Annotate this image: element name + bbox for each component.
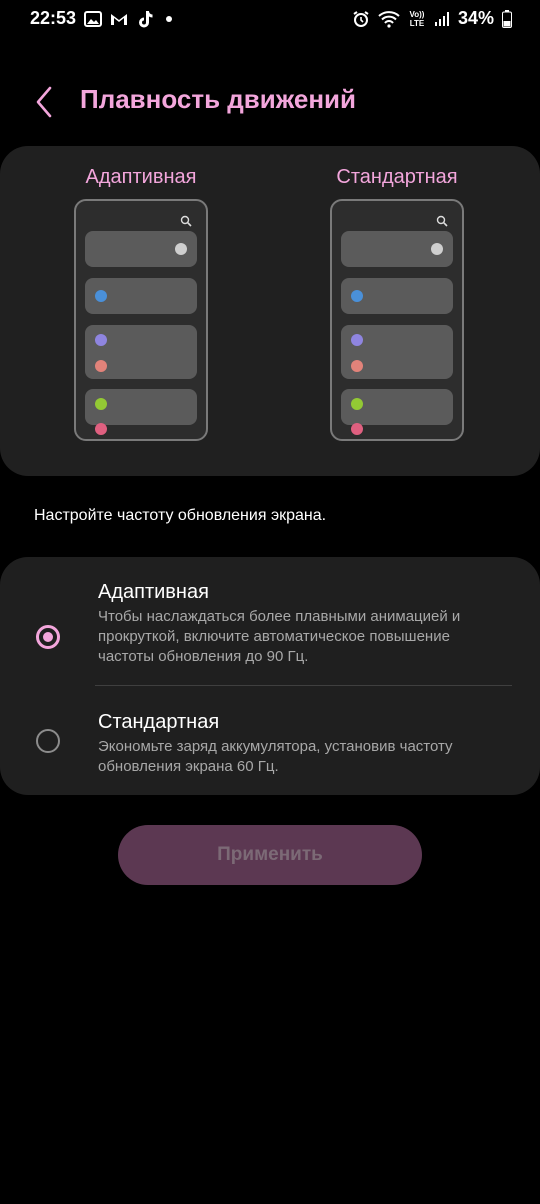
signal-icon — [434, 11, 449, 26]
mock-dot — [351, 423, 363, 435]
option-description: Экономьте заряд аккумулятора, установив … — [98, 738, 453, 775]
phone-mockup — [330, 199, 464, 441]
option-standard[interactable]: Стандартная Экономьте заряд аккумулятора… — [0, 707, 540, 787]
gallery-icon — [84, 10, 103, 27]
mock-dot — [95, 398, 107, 410]
option-title: Адаптивная — [98, 581, 209, 603]
divider — [95, 685, 512, 686]
chevron-left-icon[interactable] — [32, 84, 58, 120]
section-subtitle: Настройте частоту обновления экрана. — [34, 507, 327, 524]
mock-dot — [95, 334, 107, 346]
mock-list-item — [341, 389, 453, 435]
mock-list-item — [341, 325, 453, 379]
status-left: 22:53 — [30, 8, 173, 29]
mock-list-item — [341, 231, 453, 267]
mock-list-item — [85, 231, 197, 267]
mock-dot — [95, 290, 107, 302]
preview-card: Адаптивная Стандартная — [0, 146, 540, 476]
mock-dot — [351, 398, 363, 410]
preview-label-adaptive: Адаптивная — [85, 166, 197, 188]
notification-dot — [166, 15, 173, 22]
radio-adaptive[interactable] — [36, 625, 60, 649]
wifi-icon — [378, 10, 400, 28]
mock-dot — [175, 243, 187, 255]
preview-adaptive: Адаптивная — [66, 166, 216, 441]
mock-dot — [351, 290, 363, 302]
status-right: Vo)) LTE 34% — [352, 8, 512, 29]
mock-dot — [95, 360, 107, 372]
search-icon — [180, 215, 192, 227]
options-card: Адаптивная Чтобы наслаждаться более плав… — [0, 557, 540, 795]
status-bar: 22:53 Vo)) LTE 34% — [0, 0, 540, 36]
preview-standard: Стандартная — [322, 166, 472, 441]
preview-label-standard: Стандартная — [336, 166, 458, 188]
search-icon — [436, 215, 448, 227]
apply-button[interactable]: Применить — [118, 825, 422, 885]
alarm-icon — [353, 10, 369, 27]
page-title: Плавность движений — [80, 84, 356, 114]
volte-lte-icon: Vo)) LTE — [409, 9, 425, 28]
status-time: 22:53 — [30, 8, 77, 28]
mock-dot — [351, 360, 363, 372]
mock-dot — [431, 243, 443, 255]
mock-dot — [95, 423, 107, 435]
mock-list-item — [85, 325, 197, 379]
option-description: Чтобы наслаждаться более плавными анимац… — [98, 608, 461, 665]
battery-icon — [502, 9, 512, 28]
mock-list-item — [341, 278, 453, 314]
gmail-icon — [111, 13, 128, 25]
mock-list-item — [85, 278, 197, 314]
mock-dot — [351, 334, 363, 346]
mock-list-item — [85, 389, 197, 435]
tiktok-icon — [139, 10, 153, 27]
phone-mockup — [74, 199, 208, 441]
option-title: Стандартная — [98, 711, 220, 733]
option-adaptive[interactable]: Адаптивная Чтобы наслаждаться более плав… — [0, 575, 540, 681]
battery-percent: 34% — [457, 8, 494, 28]
header: Плавность движений — [0, 82, 540, 122]
radio-standard[interactable] — [36, 729, 60, 753]
